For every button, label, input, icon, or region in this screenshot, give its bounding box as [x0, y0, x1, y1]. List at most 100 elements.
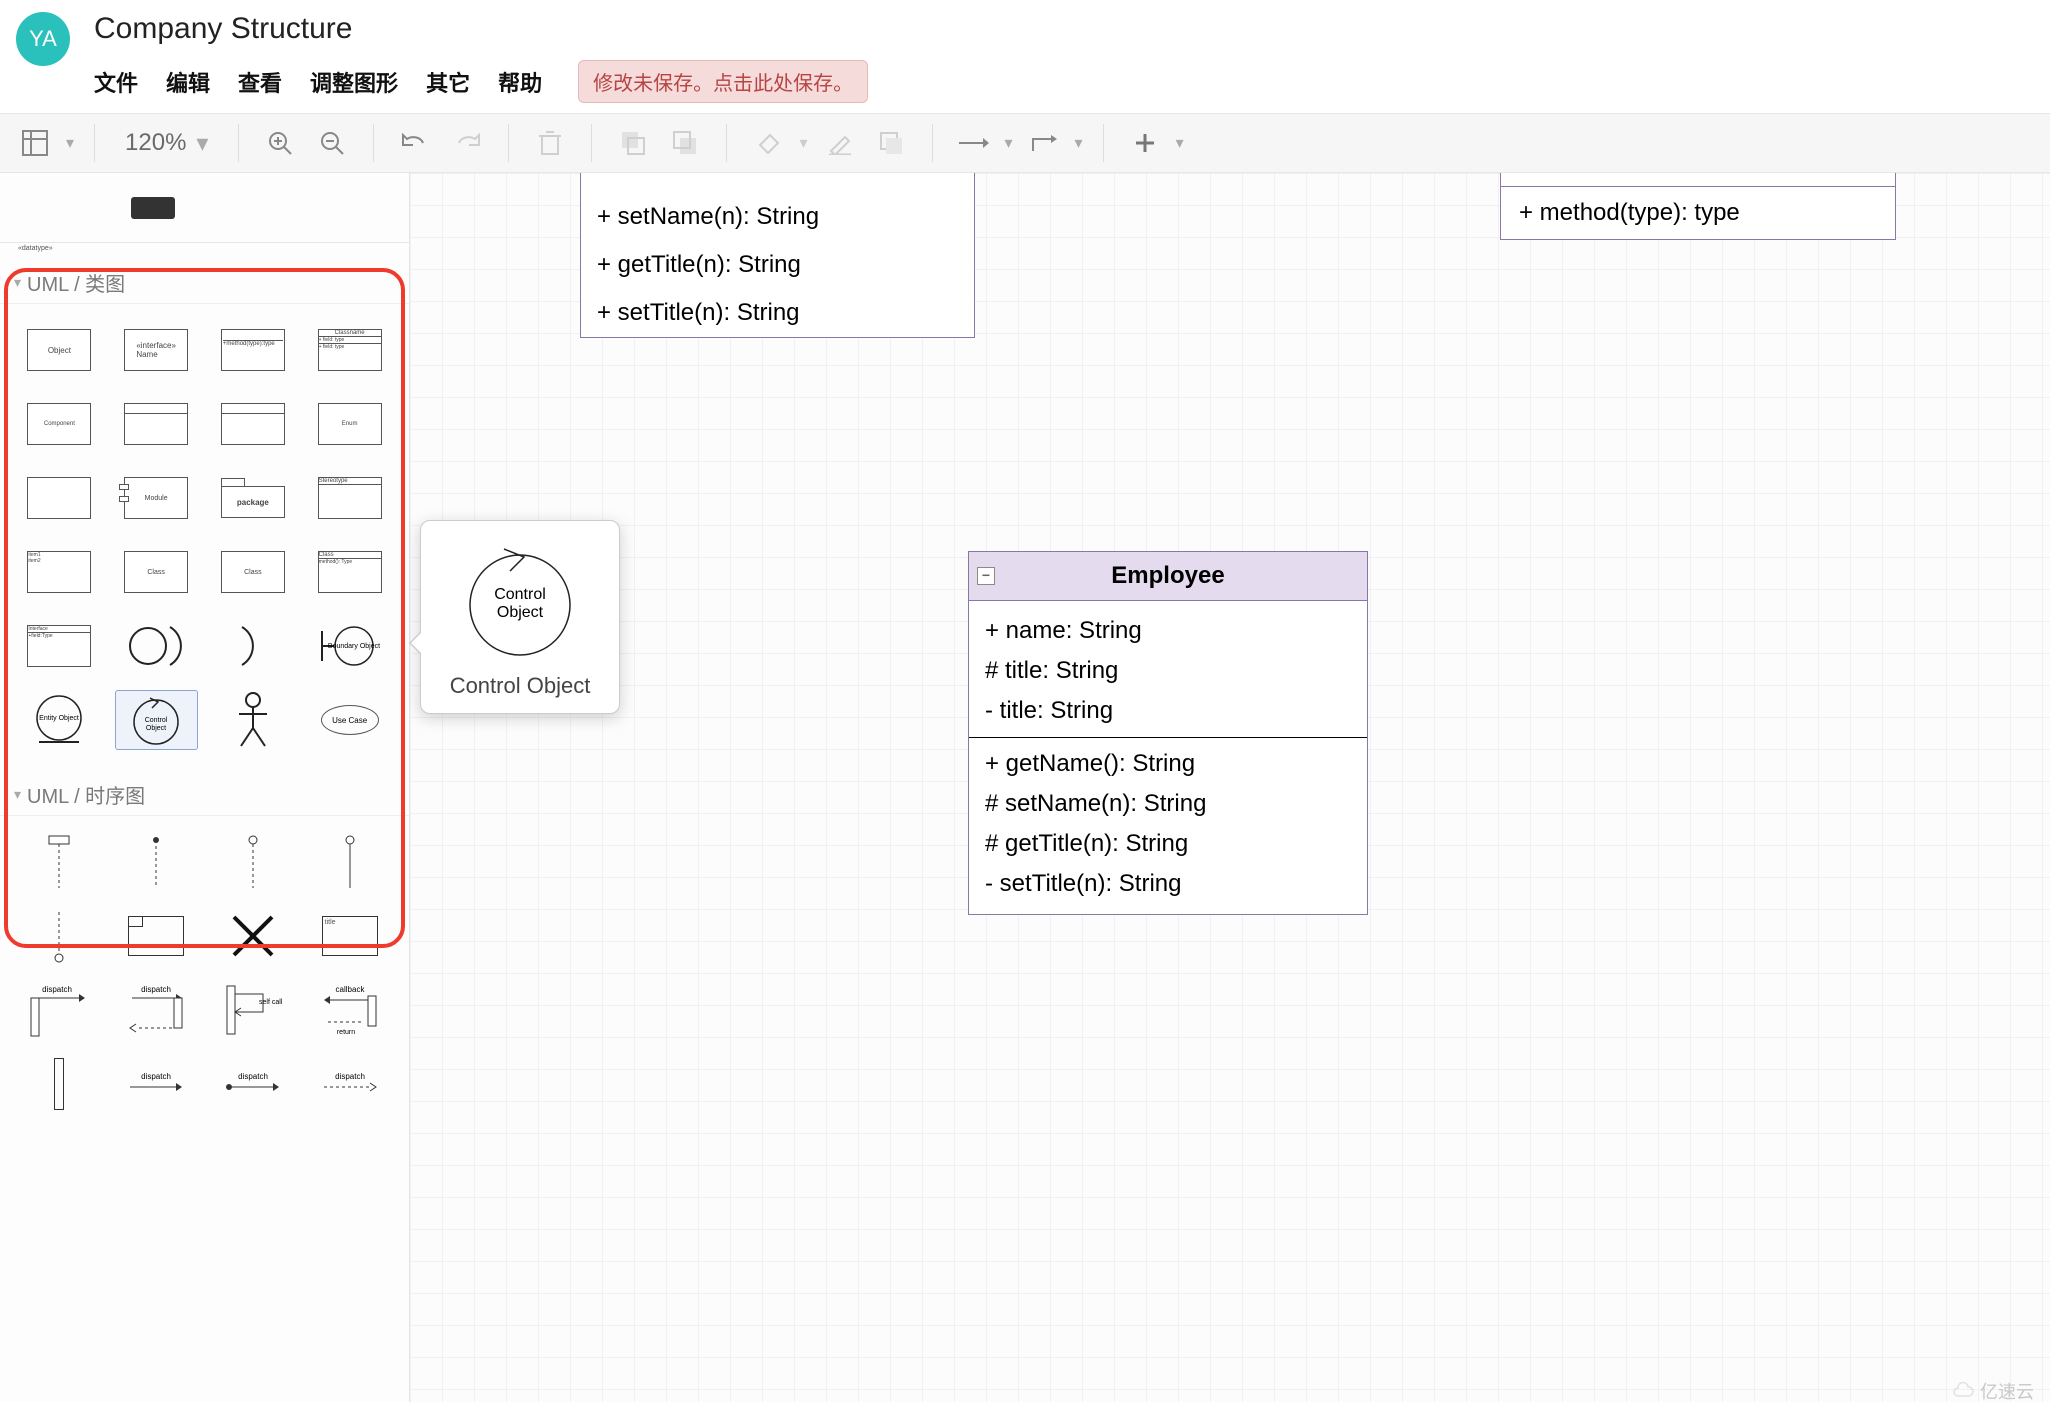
uml-class-employee[interactable]: − Employee + name: String # title: Strin… [968, 551, 1368, 915]
plus-icon [1134, 132, 1156, 154]
shape-lifeline-t[interactable] [18, 832, 101, 892]
menu-other[interactable]: 其它 [426, 66, 470, 98]
chevron-down-icon: ▾ [196, 129, 208, 158]
shape-package[interactable]: package [212, 468, 295, 528]
shape-component[interactable]: Component [18, 394, 101, 454]
avatar[interactable]: YA [16, 12, 70, 66]
insert-button[interactable] [1124, 122, 1166, 164]
uml-method[interactable]: # getTitle(n): String [983, 824, 1353, 864]
shape-callback[interactable]: callbackreturn [308, 980, 391, 1040]
shape-boundary-object[interactable]: Boundary Object [308, 616, 391, 676]
menu-edit[interactable]: 编辑 [166, 66, 210, 98]
shape-lifeline-open[interactable] [212, 832, 295, 892]
svg-text:callback: callback [335, 985, 365, 994]
svg-text:Object: Object [497, 604, 544, 621]
shape-dispatch-1[interactable]: dispatch [18, 980, 101, 1040]
shape-class-tab1[interactable]: Class [115, 542, 198, 602]
shape-control-object[interactable]: ControlObject [115, 690, 198, 750]
shapes-sidebar: «datatype» UML / 类图 Object «interface» N… [0, 173, 410, 1402]
uml-attr[interactable]: # title: String [983, 651, 1353, 691]
shape-class-5[interactable] [115, 394, 198, 454]
shape-class-tab3[interactable]: Classmethod(): Type [308, 542, 391, 602]
undo-button[interactable] [394, 122, 436, 164]
zoom-out-button[interactable] [311, 122, 353, 164]
shape-stereotype[interactable]: Stereotype [308, 468, 391, 528]
uml-attr[interactable]: + name: String [983, 611, 1353, 651]
shape-preview-caption: Control Object [450, 673, 591, 699]
shape-dispatch-2[interactable]: dispatch [115, 980, 198, 1040]
shape-required-interface[interactable] [212, 616, 295, 676]
uml-method[interactable]: # setName(n): String [983, 784, 1353, 824]
svg-text:Boundary Object: Boundary Object [328, 643, 380, 650]
uml-class-title[interactable]: − Employee [969, 552, 1367, 601]
shape-entity-object[interactable]: Entity Object [18, 690, 101, 750]
shape-object[interactable]: Object [18, 320, 101, 380]
shape-destroy[interactable] [212, 906, 295, 966]
uml-class-partial-right[interactable]: + field: type + method(type): type [1500, 173, 1896, 240]
menu-view[interactable]: 查看 [238, 66, 282, 98]
section-uml-class[interactable]: UML / 类图 [0, 258, 409, 304]
menu-adjust-shape[interactable]: 调整图形 [310, 66, 398, 98]
zoom-in-button[interactable] [259, 122, 301, 164]
svg-text:dispatch: dispatch [238, 1072, 268, 1081]
uml-class-partial-left[interactable]: + setName(n): String + getTitle(n): Stri… [580, 173, 975, 338]
shape-actor[interactable] [212, 690, 295, 750]
to-front-icon [620, 130, 646, 156]
panels-button[interactable] [14, 122, 56, 164]
shape-self-call[interactable]: self call [212, 980, 295, 1040]
mini-shape[interactable] [29, 191, 89, 225]
menu-file[interactable]: 文件 [94, 66, 138, 98]
shadow-button[interactable] [870, 122, 912, 164]
shape-msg-solid[interactable]: dispatch [115, 1054, 198, 1114]
shape-class-list[interactable]: item1item2 [18, 542, 101, 602]
stroke-color-button[interactable] [818, 122, 860, 164]
svg-text:dispatch: dispatch [335, 1072, 365, 1081]
menu-help[interactable]: 帮助 [498, 66, 542, 98]
shape-class-3[interactable]: +method(type):type [212, 320, 295, 380]
shape-use-case[interactable]: Use Case [308, 690, 391, 750]
shape-preview-tooltip: ControlObject Control Object [420, 520, 620, 714]
shape-class-tab2[interactable]: Class [212, 542, 295, 602]
to-front-button[interactable] [612, 122, 654, 164]
shape-msg-dot[interactable]: dispatch [212, 1054, 295, 1114]
uml-method[interactable]: - setTitle(n): String [983, 864, 1353, 904]
fill-color-button[interactable] [747, 122, 789, 164]
shape-class-6[interactable] [212, 394, 295, 454]
shape-interface[interactable]: «interface» Name [115, 320, 198, 380]
waypoint-style-button[interactable] [1023, 122, 1065, 164]
svg-text:self call: self call [259, 999, 283, 1006]
shape-enum[interactable]: Enum [308, 394, 391, 454]
svg-text:dispatch: dispatch [141, 1072, 171, 1081]
document-title[interactable]: Company Structure [94, 12, 2034, 46]
canvas[interactable]: + setName(n): String + getTitle(n): Stri… [410, 173, 2050, 1402]
zoom-select[interactable]: 120% ▾ [115, 129, 218, 158]
to-back-button[interactable] [664, 122, 706, 164]
shape-frame-seq[interactable] [115, 906, 198, 966]
shape-frame[interactable] [18, 468, 101, 528]
uml-method[interactable]: + getName(): String [983, 744, 1353, 784]
shape-lifeline[interactable] [115, 832, 198, 892]
mini-shape[interactable] [131, 197, 175, 219]
shape-found-msg[interactable] [18, 906, 101, 966]
chevron-down-icon: ▾ [1005, 133, 1013, 153]
cloud-icon [1952, 1380, 1974, 1402]
shape-msg-dash[interactable]: dispatch [308, 1054, 391, 1114]
shape-class-list2[interactable]: Interface+field:Type [18, 616, 101, 676]
shape-module[interactable]: Module [115, 468, 198, 528]
section-uml-sequence[interactable]: UML / 时序图 [0, 770, 409, 816]
mini-preview-strip [0, 173, 409, 243]
unsaved-banner[interactable]: 修改未保存。点击此处保存。 [578, 60, 868, 103]
redo-button[interactable] [446, 122, 488, 164]
shape-provided-interface[interactable] [115, 616, 198, 676]
svg-text:Entity Object: Entity Object [40, 715, 80, 722]
workspace: «datatype» UML / 类图 Object «interface» N… [0, 173, 2050, 1402]
shape-classname[interactable]: Classname+ field: type+ field: type [308, 320, 391, 380]
connection-style-button[interactable] [953, 122, 995, 164]
uml-attr[interactable]: - title: String [983, 691, 1353, 731]
svg-text:Control: Control [494, 586, 546, 603]
delete-button[interactable] [529, 122, 571, 164]
shape-note[interactable]: title [308, 906, 391, 966]
collapse-toggle[interactable]: − [977, 567, 995, 585]
shape-lifeline-simple[interactable] [308, 832, 391, 892]
shape-activation[interactable] [18, 1054, 101, 1114]
